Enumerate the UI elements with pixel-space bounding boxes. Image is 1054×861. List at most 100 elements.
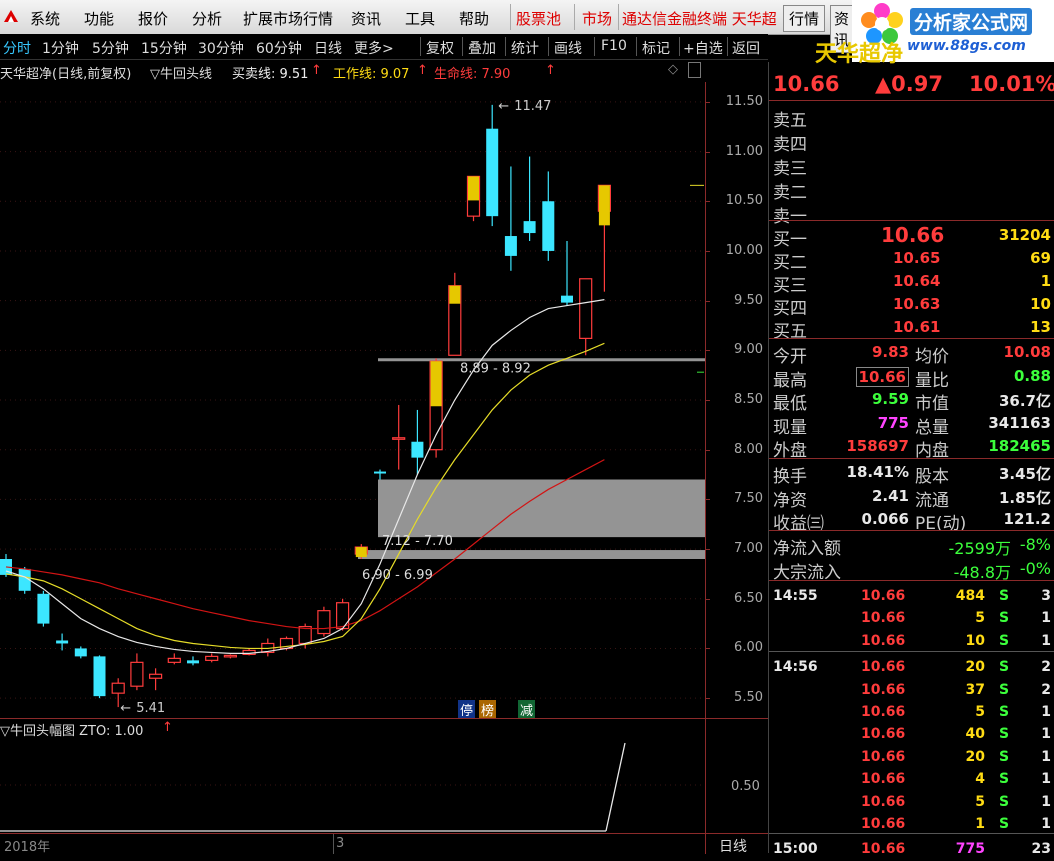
tick-row[interactable]: 10.66 5 S 1 (769, 702, 1054, 724)
ask-level-2[interactable]: 卖三 (769, 152, 1054, 179)
tick-row[interactable]: 10.66 40 S 1 (769, 724, 1054, 746)
stat-value: 158697 (846, 437, 909, 455)
stats-button[interactable]: 统计 (511, 38, 539, 58)
tick-count: 1 (1041, 771, 1051, 788)
tick-count: 2 (1041, 659, 1051, 676)
ranking-badge[interactable]: 榜 (479, 700, 497, 719)
life-line-value: 生命线: 7.90 (434, 67, 511, 82)
tick-row[interactable]: 10.66 4 S 1 (769, 769, 1054, 791)
menu-tools[interactable]: 工具 (405, 8, 435, 29)
logo-title: 分析家公式网 (910, 8, 1033, 35)
tick-side: S (999, 659, 1010, 676)
limit-up-badge[interactable]: 停 (458, 700, 476, 719)
time-axis: 2018年 3 日线 (0, 833, 768, 856)
annotation-arrow-icon: ← (120, 701, 131, 716)
candle (392, 404, 406, 470)
candle (374, 469, 386, 480)
tick-side: S (999, 632, 1010, 649)
stat-value: 182465 (988, 437, 1051, 455)
tick-volume: 5 (975, 610, 985, 627)
menu-quote[interactable]: 报价 (138, 8, 168, 29)
menu-function[interactable]: 功能 (84, 8, 114, 29)
tab-1min[interactable]: 1分钟 (42, 38, 79, 58)
high-price-label: 11.47 (514, 99, 551, 114)
up-arrow-icon: ↑ (417, 63, 428, 78)
tab-15min[interactable]: 15分钟 (141, 38, 187, 58)
stat-value: 341163 (988, 413, 1051, 432)
menu-help[interactable]: 帮助 (459, 8, 489, 29)
price-change: ▲0.97 (875, 72, 943, 96)
tick-row[interactable]: 15:00 10.66 775 23 (769, 839, 1054, 861)
flow-row[interactable]: 大宗流入 -48.8万 -0% (769, 556, 1054, 583)
sub-axis-tick: 0.50 (731, 779, 760, 794)
sub-indicator-chart[interactable] (0, 738, 705, 833)
fund-value: 18.41% (846, 463, 909, 481)
indicator-name: ▽牛回头线 (150, 67, 212, 82)
candle (187, 656, 199, 666)
tab-intraday[interactable]: 分时 (3, 38, 31, 58)
bid-level-0[interactable]: 买一 10.66 31204 (769, 223, 1054, 250)
fund-value: 2.41 (871, 486, 909, 505)
menu-market[interactable]: 市场 (582, 8, 612, 29)
reduce-badge[interactable]: 减 (518, 700, 536, 719)
quote-panel: 天华超净 10.66 ▲0.97 10.01% 卖五 卖四 卖三 卖二 卖一 买一 10… (768, 42, 1054, 857)
mark-button[interactable]: 标记 (642, 38, 670, 58)
ask-level-3[interactable]: 卖二 (769, 176, 1054, 203)
flow-row[interactable]: 净流入额 -2599万 -8% (769, 532, 1054, 559)
chart-header: 天华超净(日线,前复权) ▽牛回头线 买卖线: 9.51 ↑ 工作线: 9.07… (0, 60, 705, 82)
tab-more[interactable]: 更多> (354, 38, 394, 58)
stat-value: 9.59 (871, 390, 909, 408)
fund-value: 121.2 (1003, 510, 1051, 528)
overlay-button[interactable]: 叠加 (468, 38, 496, 58)
tick-volume: 40 (965, 726, 985, 743)
tab-daily[interactable]: 日线 (314, 38, 342, 58)
period-label[interactable]: 日线 (719, 836, 747, 856)
x-label-year: 2018年 (4, 840, 51, 855)
bid-level-2[interactable]: 买三 10.64 1 (769, 269, 1054, 296)
menu-analysis[interactable]: 分析 (192, 8, 222, 29)
candle (504, 166, 517, 271)
ask-level-0[interactable]: 卖五 (769, 104, 1054, 131)
bid-level-1[interactable]: 买二 10.65 69 (769, 246, 1054, 273)
menu-extended-market[interactable]: 扩展市场行情 (243, 8, 333, 29)
ask-level-1[interactable]: 卖四 (769, 128, 1054, 155)
tick-row[interactable]: 10.66 20 S 1 (769, 747, 1054, 769)
adjust-button[interactable]: 复权 (426, 38, 454, 58)
tab-60min[interactable]: 60分钟 (256, 38, 302, 58)
candle (205, 653, 219, 663)
quote-button[interactable]: 行情 (783, 5, 826, 32)
fund-value: 3.45亿 (998, 465, 1051, 483)
tick-time: 14:56 (773, 659, 818, 676)
candlestick-chart[interactable]: ← 11.47 ← 5.41 8.89 - 8.92 7.12 - 7.70 6.90 - … (0, 82, 705, 718)
tick-row[interactable]: 14:55 10.66 484 S 3 (769, 586, 1054, 608)
bid-level-4[interactable]: 买五 10.61 13 (769, 315, 1054, 342)
back-button[interactable]: 返回 (732, 38, 760, 58)
tick-row[interactable]: 10.66 5 S 1 (769, 608, 1054, 630)
tick-count: 23 (1031, 841, 1051, 858)
bid-level-3[interactable]: 买四 10.63 10 (769, 292, 1054, 319)
stat-value: 36.7亿 (998, 392, 1051, 410)
maximize-icon[interactable] (688, 62, 701, 78)
tick-row[interactable]: 10.66 5 S 1 (769, 792, 1054, 814)
add-favorite-button[interactable]: +自选 (683, 38, 723, 58)
y-tick-label: 10.50 (725, 193, 763, 209)
draw-line-button[interactable]: 画线 (554, 38, 582, 58)
limit-up-highlight (355, 547, 367, 558)
f10-button[interactable]: F10 (601, 38, 627, 54)
candle (223, 654, 237, 659)
tab-30min[interactable]: 30分钟 (198, 38, 244, 58)
tab-5min[interactable]: 5分钟 (92, 38, 129, 58)
tick-row[interactable]: 14:56 10.66 20 S 2 (769, 657, 1054, 679)
menu-stock-pool[interactable]: 股票池 (516, 8, 561, 29)
tick-row[interactable]: 10.66 37 S 2 (769, 680, 1054, 702)
menu-system[interactable]: 系统 (30, 8, 60, 29)
diamond-icon[interactable]: ◇ (668, 62, 678, 77)
menu-news[interactable]: 资讯 (351, 8, 381, 29)
tick-volume: 775 (955, 841, 985, 858)
tick-row[interactable]: 10.66 10 S 1 (769, 631, 1054, 653)
tick-price: 10.66 (861, 588, 906, 604)
tick-price: 10.66 (861, 632, 906, 649)
candle (448, 272, 462, 356)
bid-price: 10.61 (893, 318, 941, 336)
tick-count: 2 (1041, 681, 1051, 698)
